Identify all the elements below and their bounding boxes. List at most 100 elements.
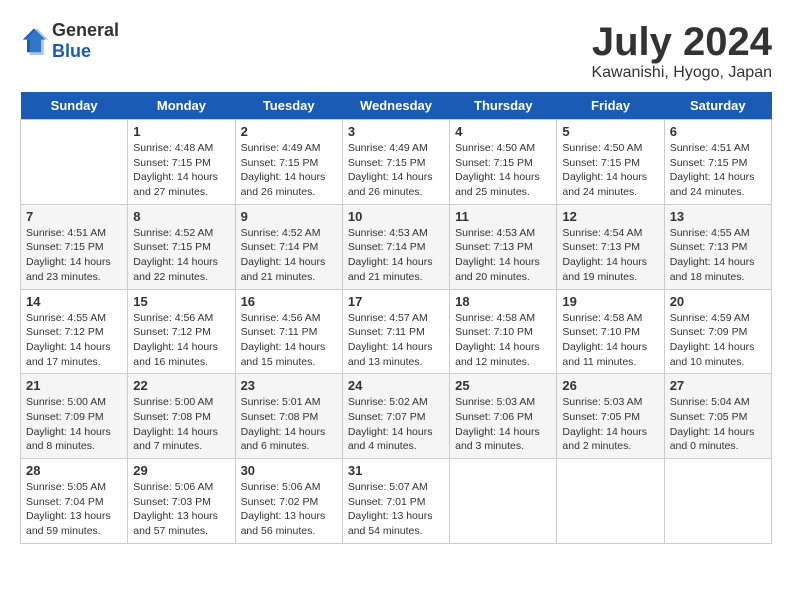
day-info: Sunrise: 5:03 AMSunset: 7:05 PMDaylight:… bbox=[562, 395, 658, 454]
table-cell: 8 Sunrise: 4:52 AMSunset: 7:15 PMDayligh… bbox=[128, 204, 235, 289]
day-number: 28 bbox=[26, 463, 122, 478]
table-cell: 4 Sunrise: 4:50 AMSunset: 7:15 PMDayligh… bbox=[450, 120, 557, 205]
table-cell: 10 Sunrise: 4:53 AMSunset: 7:14 PMDaylig… bbox=[342, 204, 449, 289]
day-info: Sunrise: 5:02 AMSunset: 7:07 PMDaylight:… bbox=[348, 395, 444, 454]
day-number: 11 bbox=[455, 209, 551, 224]
week-row-2: 7 Sunrise: 4:51 AMSunset: 7:15 PMDayligh… bbox=[21, 204, 772, 289]
day-info: Sunrise: 5:06 AMSunset: 7:03 PMDaylight:… bbox=[133, 480, 229, 539]
week-row-5: 28 Sunrise: 5:05 AMSunset: 7:04 PMDaylig… bbox=[21, 459, 772, 544]
day-number: 1 bbox=[133, 124, 229, 139]
day-info: Sunrise: 4:57 AMSunset: 7:11 PMDaylight:… bbox=[348, 311, 444, 370]
day-number: 17 bbox=[348, 294, 444, 309]
day-number: 29 bbox=[133, 463, 229, 478]
table-cell: 31 Sunrise: 5:07 AMSunset: 7:01 PMDaylig… bbox=[342, 459, 449, 544]
table-cell bbox=[21, 120, 128, 205]
table-cell: 9 Sunrise: 4:52 AMSunset: 7:14 PMDayligh… bbox=[235, 204, 342, 289]
table-cell: 25 Sunrise: 5:03 AMSunset: 7:06 PMDaylig… bbox=[450, 374, 557, 459]
table-cell: 6 Sunrise: 4:51 AMSunset: 7:15 PMDayligh… bbox=[664, 120, 771, 205]
day-number: 4 bbox=[455, 124, 551, 139]
table-cell: 24 Sunrise: 5:02 AMSunset: 7:07 PMDaylig… bbox=[342, 374, 449, 459]
week-row-3: 14 Sunrise: 4:55 AMSunset: 7:12 PMDaylig… bbox=[21, 289, 772, 374]
table-cell: 2 Sunrise: 4:49 AMSunset: 7:15 PMDayligh… bbox=[235, 120, 342, 205]
month-title: July 2024 bbox=[591, 20, 772, 64]
table-cell: 14 Sunrise: 4:55 AMSunset: 7:12 PMDaylig… bbox=[21, 289, 128, 374]
table-cell: 5 Sunrise: 4:50 AMSunset: 7:15 PMDayligh… bbox=[557, 120, 664, 205]
header-wednesday: Wednesday bbox=[342, 92, 449, 120]
day-info: Sunrise: 4:48 AMSunset: 7:15 PMDaylight:… bbox=[133, 141, 229, 200]
day-number: 20 bbox=[670, 294, 766, 309]
table-cell: 16 Sunrise: 4:56 AMSunset: 7:11 PMDaylig… bbox=[235, 289, 342, 374]
day-number: 18 bbox=[455, 294, 551, 309]
day-number: 12 bbox=[562, 209, 658, 224]
logo: General Blue bbox=[20, 20, 119, 62]
day-number: 30 bbox=[241, 463, 337, 478]
logo-general: General bbox=[52, 20, 119, 40]
day-number: 26 bbox=[562, 378, 658, 393]
day-info: Sunrise: 4:52 AMSunset: 7:15 PMDaylight:… bbox=[133, 226, 229, 285]
day-number: 8 bbox=[133, 209, 229, 224]
day-number: 22 bbox=[133, 378, 229, 393]
day-number: 3 bbox=[348, 124, 444, 139]
table-cell: 28 Sunrise: 5:05 AMSunset: 7:04 PMDaylig… bbox=[21, 459, 128, 544]
day-info: Sunrise: 4:58 AMSunset: 7:10 PMDaylight:… bbox=[562, 311, 658, 370]
day-info: Sunrise: 4:54 AMSunset: 7:13 PMDaylight:… bbox=[562, 226, 658, 285]
day-info: Sunrise: 4:49 AMSunset: 7:15 PMDaylight:… bbox=[348, 141, 444, 200]
day-info: Sunrise: 4:53 AMSunset: 7:13 PMDaylight:… bbox=[455, 226, 551, 285]
table-cell: 12 Sunrise: 4:54 AMSunset: 7:13 PMDaylig… bbox=[557, 204, 664, 289]
week-row-1: 1 Sunrise: 4:48 AMSunset: 7:15 PMDayligh… bbox=[21, 120, 772, 205]
table-cell: 23 Sunrise: 5:01 AMSunset: 7:08 PMDaylig… bbox=[235, 374, 342, 459]
header-monday: Monday bbox=[128, 92, 235, 120]
table-cell: 17 Sunrise: 4:57 AMSunset: 7:11 PMDaylig… bbox=[342, 289, 449, 374]
table-cell: 3 Sunrise: 4:49 AMSunset: 7:15 PMDayligh… bbox=[342, 120, 449, 205]
logo-text: General Blue bbox=[52, 20, 119, 62]
day-info: Sunrise: 4:50 AMSunset: 7:15 PMDaylight:… bbox=[455, 141, 551, 200]
day-number: 21 bbox=[26, 378, 122, 393]
week-row-4: 21 Sunrise: 5:00 AMSunset: 7:09 PMDaylig… bbox=[21, 374, 772, 459]
day-number: 23 bbox=[241, 378, 337, 393]
day-number: 25 bbox=[455, 378, 551, 393]
day-info: Sunrise: 4:55 AMSunset: 7:12 PMDaylight:… bbox=[26, 311, 122, 370]
day-info: Sunrise: 5:05 AMSunset: 7:04 PMDaylight:… bbox=[26, 480, 122, 539]
day-info: Sunrise: 4:59 AMSunset: 7:09 PMDaylight:… bbox=[670, 311, 766, 370]
table-cell: 7 Sunrise: 4:51 AMSunset: 7:15 PMDayligh… bbox=[21, 204, 128, 289]
day-info: Sunrise: 4:51 AMSunset: 7:15 PMDaylight:… bbox=[670, 141, 766, 200]
table-cell: 13 Sunrise: 4:55 AMSunset: 7:13 PMDaylig… bbox=[664, 204, 771, 289]
day-number: 9 bbox=[241, 209, 337, 224]
table-cell: 18 Sunrise: 4:58 AMSunset: 7:10 PMDaylig… bbox=[450, 289, 557, 374]
day-info: Sunrise: 5:00 AMSunset: 7:08 PMDaylight:… bbox=[133, 395, 229, 454]
day-info: Sunrise: 4:53 AMSunset: 7:14 PMDaylight:… bbox=[348, 226, 444, 285]
day-info: Sunrise: 5:03 AMSunset: 7:06 PMDaylight:… bbox=[455, 395, 551, 454]
day-number: 14 bbox=[26, 294, 122, 309]
day-info: Sunrise: 5:00 AMSunset: 7:09 PMDaylight:… bbox=[26, 395, 122, 454]
table-cell: 26 Sunrise: 5:03 AMSunset: 7:05 PMDaylig… bbox=[557, 374, 664, 459]
table-cell: 1 Sunrise: 4:48 AMSunset: 7:15 PMDayligh… bbox=[128, 120, 235, 205]
day-info: Sunrise: 4:58 AMSunset: 7:10 PMDaylight:… bbox=[455, 311, 551, 370]
header-tuesday: Tuesday bbox=[235, 92, 342, 120]
table-cell: 30 Sunrise: 5:06 AMSunset: 7:02 PMDaylig… bbox=[235, 459, 342, 544]
table-cell: 19 Sunrise: 4:58 AMSunset: 7:10 PMDaylig… bbox=[557, 289, 664, 374]
day-info: Sunrise: 4:56 AMSunset: 7:11 PMDaylight:… bbox=[241, 311, 337, 370]
day-number: 10 bbox=[348, 209, 444, 224]
calendar-table: Sunday Monday Tuesday Wednesday Thursday… bbox=[20, 92, 772, 544]
day-number: 31 bbox=[348, 463, 444, 478]
logo-blue: Blue bbox=[52, 41, 91, 61]
header: General Blue July 2024 Kawanishi, Hyogo,… bbox=[20, 20, 772, 82]
day-info: Sunrise: 4:50 AMSunset: 7:15 PMDaylight:… bbox=[562, 141, 658, 200]
day-number: 7 bbox=[26, 209, 122, 224]
table-cell bbox=[664, 459, 771, 544]
day-number: 16 bbox=[241, 294, 337, 309]
table-cell: 21 Sunrise: 5:00 AMSunset: 7:09 PMDaylig… bbox=[21, 374, 128, 459]
header-saturday: Saturday bbox=[664, 92, 771, 120]
day-info: Sunrise: 5:06 AMSunset: 7:02 PMDaylight:… bbox=[241, 480, 337, 539]
header-friday: Friday bbox=[557, 92, 664, 120]
day-info: Sunrise: 5:07 AMSunset: 7:01 PMDaylight:… bbox=[348, 480, 444, 539]
day-number: 24 bbox=[348, 378, 444, 393]
table-cell: 11 Sunrise: 4:53 AMSunset: 7:13 PMDaylig… bbox=[450, 204, 557, 289]
table-cell: 29 Sunrise: 5:06 AMSunset: 7:03 PMDaylig… bbox=[128, 459, 235, 544]
day-number: 15 bbox=[133, 294, 229, 309]
day-number: 27 bbox=[670, 378, 766, 393]
day-number: 6 bbox=[670, 124, 766, 139]
logo-icon bbox=[20, 27, 48, 55]
day-number: 13 bbox=[670, 209, 766, 224]
day-info: Sunrise: 5:01 AMSunset: 7:08 PMDaylight:… bbox=[241, 395, 337, 454]
